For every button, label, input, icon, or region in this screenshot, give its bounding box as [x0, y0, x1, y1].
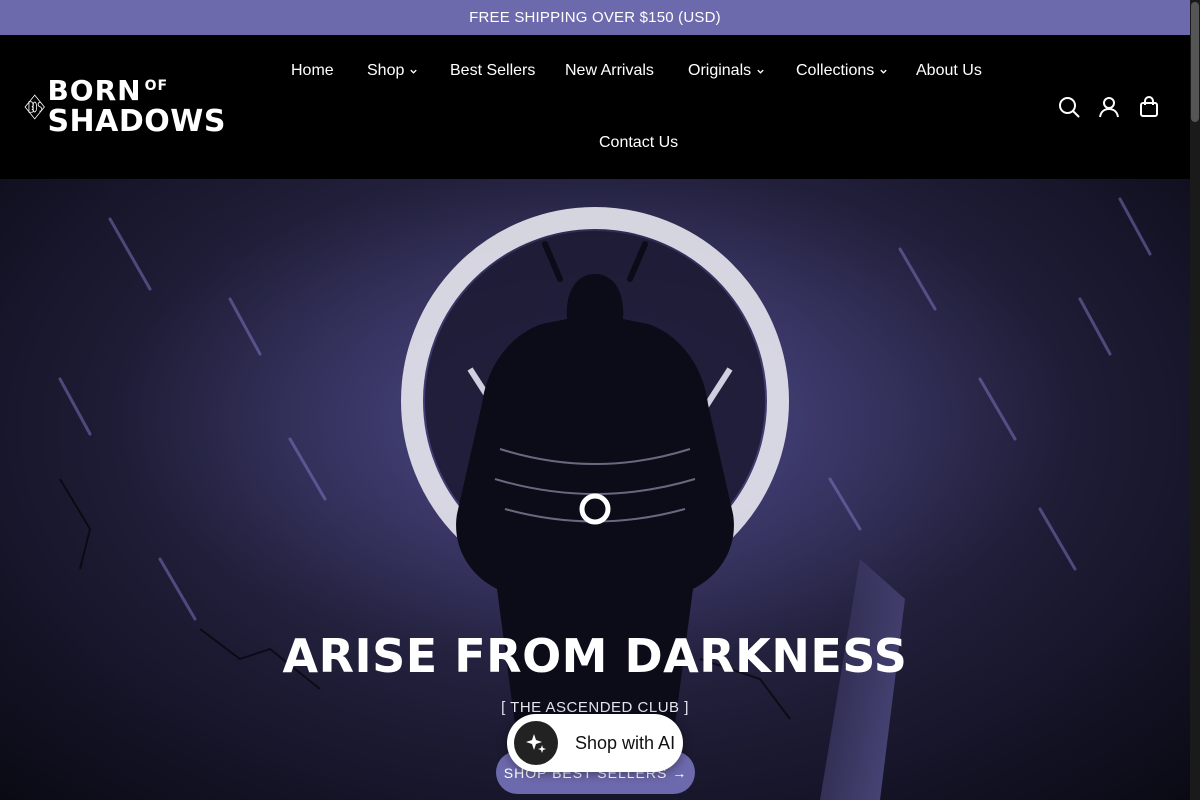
cart-button[interactable]: [1138, 95, 1160, 119]
announcement-bar: FREE SHIPPING OVER $150 (USD): [0, 0, 1190, 35]
account-button[interactable]: [1098, 95, 1120, 119]
nav-originals-label: Originals: [688, 62, 752, 79]
nav-new-arrivals-label: New Arrivals: [565, 62, 654, 79]
main-nav: Home Shop Best Sellers New Arrivals Orig…: [0, 35, 1190, 179]
shop-with-ai-button[interactable]: Shop with AI: [507, 714, 683, 772]
nav-contact-label: Contact Us: [599, 134, 679, 151]
chevron-down-icon: [410, 69, 418, 74]
shop-with-ai-label: Shop with AI: [575, 732, 676, 753]
chevron-down-icon: [880, 69, 887, 74]
chevron-down-icon: [757, 69, 764, 74]
nav-home[interactable]: Home: [291, 59, 334, 83]
search-icon: [1059, 97, 1080, 118]
nav-contact[interactable]: Contact Us: [599, 131, 678, 155]
site-header: BORN OF SHADOWS Home Shop Best Sellers N…: [0, 35, 1190, 179]
header-actions: [1058, 95, 1160, 119]
nav-best-sellers[interactable]: Best Sellers: [450, 59, 535, 83]
nav-best-sellers-label: Best Sellers: [450, 62, 536, 79]
nav-collections-label: Collections: [796, 62, 875, 79]
announcement-text: FREE SHIPPING OVER $150 (USD): [469, 9, 721, 26]
account-icon: [1099, 97, 1119, 118]
page-scrollbar[interactable]: [1190, 0, 1200, 800]
nav-collections[interactable]: Collections: [796, 59, 888, 83]
hero-title: ARISE FROM DARKNESS: [282, 629, 908, 683]
scrollbar-thumb[interactable]: [1191, 2, 1199, 122]
nav-shop[interactable]: Shop: [367, 59, 418, 83]
nav-about-label: About Us: [916, 62, 982, 79]
nav-shop-label: Shop: [367, 62, 405, 79]
hero-banner: ARISE FROM DARKNESS [ THE ASCENDED CLUB …: [0, 179, 1190, 800]
nav-originals[interactable]: Originals: [688, 59, 765, 83]
search-button[interactable]: [1058, 95, 1080, 119]
cart-icon: [1140, 96, 1158, 117]
nav-about[interactable]: About Us: [916, 59, 982, 83]
nav-new-arrivals[interactable]: New Arrivals: [565, 59, 654, 83]
nav-home-label: Home: [291, 62, 334, 79]
sparkle-icon: [514, 721, 558, 765]
